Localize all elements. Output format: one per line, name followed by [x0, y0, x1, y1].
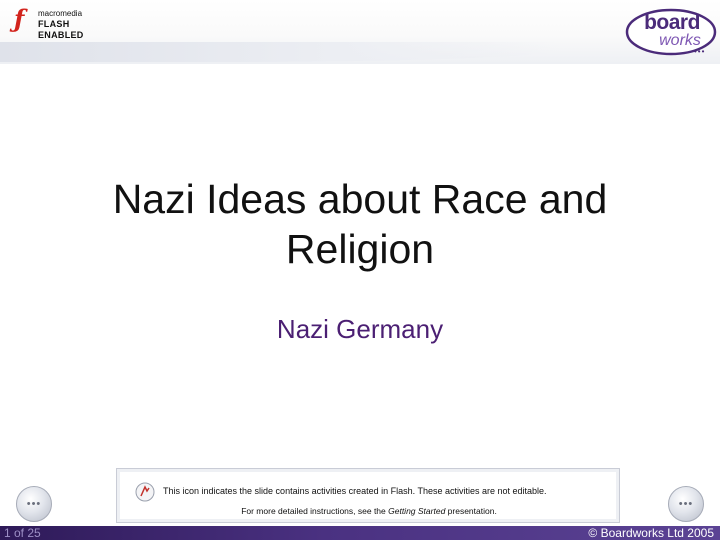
- boardworks-logo: board works •••: [624, 6, 718, 58]
- slide-title-line2: Religion: [285, 226, 435, 272]
- footer-bar: 1 of 25 © Boardworks Ltd 2005: [0, 526, 720, 540]
- logo-board-text: board: [644, 11, 700, 34]
- copyright-text: © Boardworks Ltd 2005: [588, 526, 714, 540]
- prev-dots-icon: •••: [26, 498, 42, 510]
- next-dots-icon: •••: [678, 498, 694, 510]
- flash-notice-box: This icon indicates the slide contains a…: [116, 468, 620, 523]
- flash-badge-line1: macromedia: [38, 9, 83, 18]
- flash-enabled-badge: ƒ macromedia FLASH ENABLED: [14, 4, 104, 41]
- slide-title-line1: Nazi Ideas about Race and: [112, 176, 608, 222]
- flash-activity-icon: [135, 482, 155, 502]
- slide-subtitle: Nazi Germany: [276, 314, 444, 344]
- next-slide-button[interactable]: •••: [668, 486, 704, 522]
- logo-dots: •••: [694, 47, 706, 56]
- notice-text-line2: For more detailed instructions, see the …: [117, 506, 621, 517]
- prev-slide-button[interactable]: •••: [16, 486, 52, 522]
- slide-counter: 1 of 25: [4, 526, 41, 540]
- notice-suffix: presentation.: [445, 506, 497, 516]
- slide-title: Nazi Ideas about Race and Religion: [80, 174, 640, 274]
- notice-prefix: For more detailed instructions, see the: [241, 506, 389, 516]
- notice-text-line1: This icon indicates the slide contains a…: [163, 486, 547, 496]
- flash-f-icon: ƒ: [14, 4, 25, 33]
- flash-badge-line2: FLASH ENABLED: [38, 19, 84, 40]
- getting-started-link[interactable]: Getting Started: [388, 506, 445, 516]
